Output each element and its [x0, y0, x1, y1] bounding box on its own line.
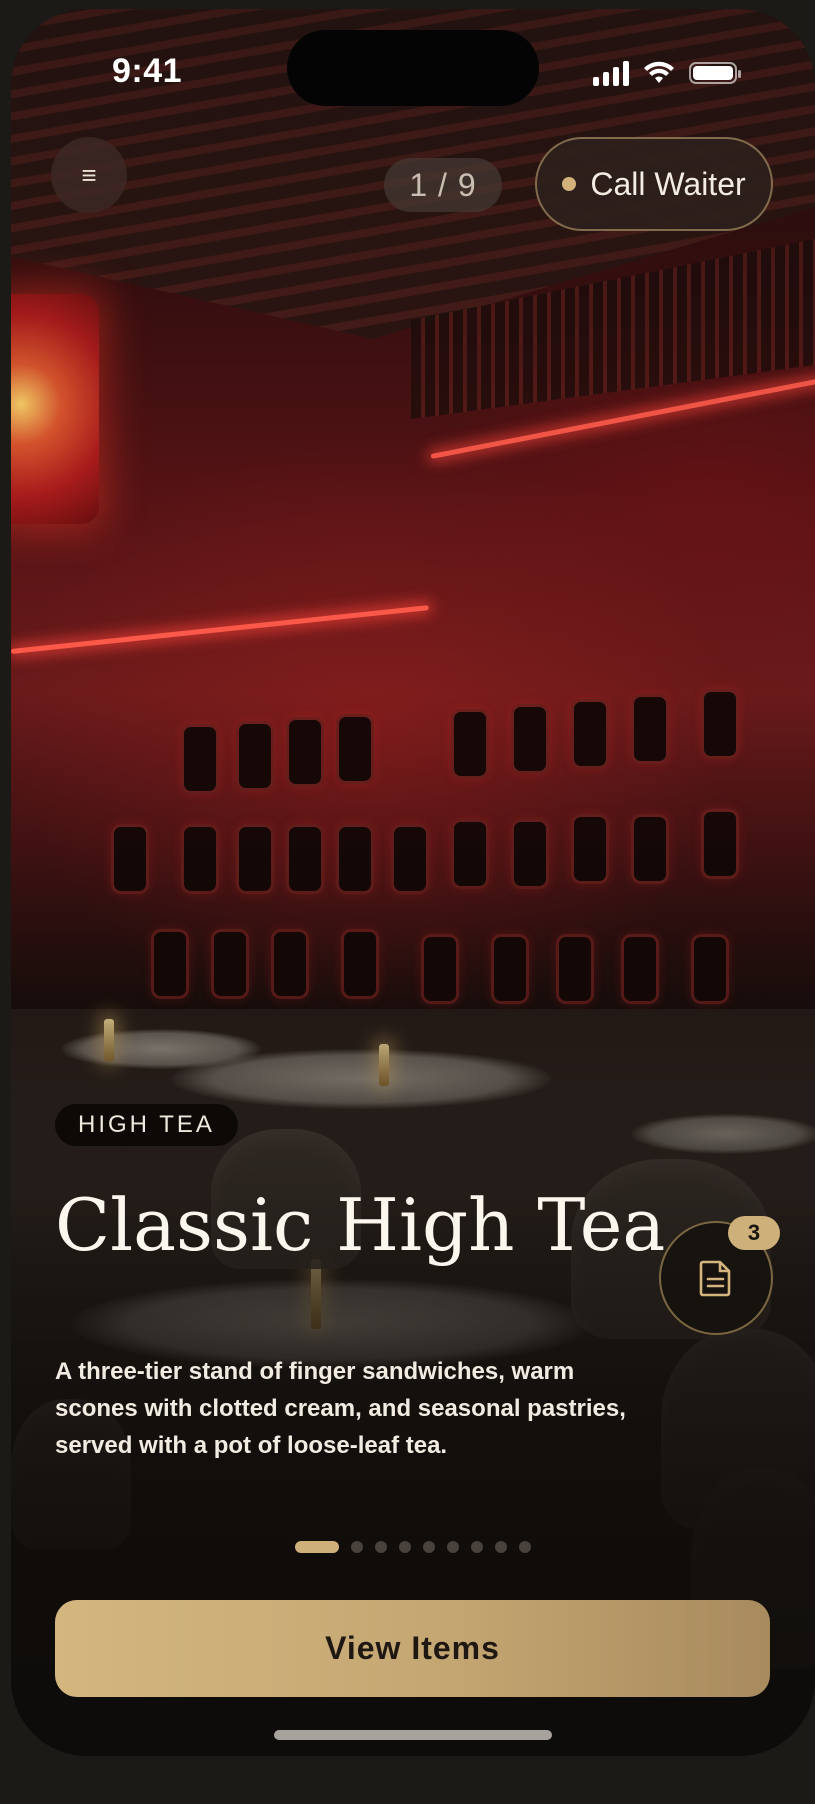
order-count-badge: 3 [728, 1216, 780, 1250]
category-tag: HIGH TEA [55, 1104, 238, 1146]
cellular-signal-icon [593, 60, 629, 86]
call-waiter-button[interactable]: Call Waiter [535, 137, 773, 231]
pagination-dot[interactable] [399, 1541, 411, 1553]
status-icons [593, 60, 741, 86]
battery-icon [689, 62, 741, 84]
pagination-dots [295, 1541, 531, 1553]
pagination-dot[interactable] [495, 1541, 507, 1553]
dish-title: Classic High Tea [55, 1183, 666, 1267]
status-dot-icon [562, 177, 577, 191]
document-icon [699, 1260, 731, 1297]
page-counter: 1 / 9 [384, 158, 502, 212]
status-time: 9:41 [112, 52, 183, 90]
pagination-dot[interactable] [351, 1541, 363, 1553]
home-indicator[interactable] [274, 1730, 552, 1740]
wifi-icon [644, 61, 674, 83]
pagination-dot[interactable] [375, 1541, 387, 1553]
dish-description: A three-tier stand of finger sandwiches,… [55, 1358, 626, 1459]
pagination-dot[interactable] [471, 1541, 483, 1553]
pagination-dot[interactable] [519, 1541, 531, 1553]
pagination-dot[interactable] [423, 1541, 435, 1553]
menu-button[interactable]: ≡ [51, 137, 127, 213]
pagination-dot[interactable] [447, 1541, 459, 1553]
phone-screen [11, 9, 815, 1756]
hamburger-icon: ≡ [81, 159, 97, 190]
call-waiter-label: Call Waiter [590, 165, 746, 202]
gradient-overlay [11, 9, 815, 1756]
pagination-dot-active[interactable] [295, 1541, 339, 1553]
view-items-button[interactable]: View Items [55, 1600, 770, 1697]
restaurant-background-image [11, 9, 815, 1756]
dynamic-island [287, 30, 539, 106]
